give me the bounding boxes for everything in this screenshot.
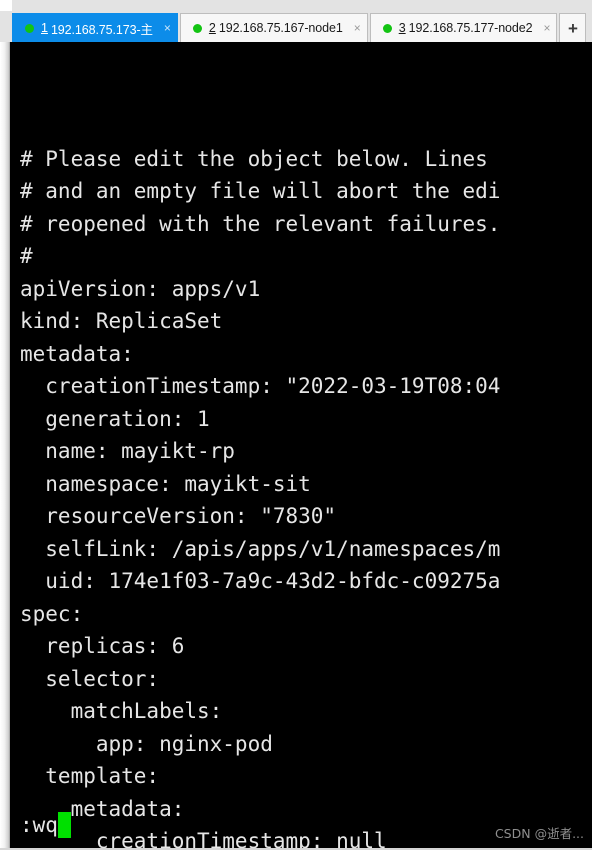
terminal-line: app: nginx-pod xyxy=(20,731,273,756)
vim-command-text: :wq xyxy=(20,813,58,837)
terminal-cursor xyxy=(57,812,71,838)
terminal-line: kind: ReplicaSet xyxy=(20,309,223,333)
terminal-line: metadata: xyxy=(20,341,134,366)
terminal-line: matchLabels: xyxy=(20,699,223,723)
terminal-line: namespace: mayikt-sit xyxy=(20,471,311,496)
window-chrome-corner xyxy=(0,0,12,11)
terminal-line: template: xyxy=(20,764,160,788)
window-chrome-top xyxy=(0,0,592,11)
tab-bar: 1 192.168.75.173-主 × 2 192.168.75.167-node1 ×… xyxy=(0,11,592,42)
close-icon[interactable]: × xyxy=(354,22,361,34)
terminal-line: resourceVersion: "7830" xyxy=(20,504,337,528)
terminal-line: spec: xyxy=(20,601,84,626)
green-dot-icon xyxy=(192,23,202,33)
tab-index-label: 1 xyxy=(41,21,48,35)
terminal-line: # reopened with the relevant failures. xyxy=(20,211,501,236)
terminal-line: selfLink: /apis/apps/v1/namespaces/m xyxy=(20,536,501,561)
tab-title-label: 192.168.75.177-node2 xyxy=(408,21,533,35)
plus-icon[interactable]: + xyxy=(559,13,587,42)
terminal-screen[interactable]: # Please edit the object below. Lines # … xyxy=(10,42,592,850)
tab-index-label: 2 xyxy=(208,21,216,35)
terminal-line: metadata: xyxy=(20,796,185,821)
tab-title-label: 192.168.75.173-主 xyxy=(50,22,153,37)
terminal-line: name: mayikt-rp xyxy=(20,439,235,463)
green-dot-icon xyxy=(25,23,34,33)
close-icon[interactable]: × xyxy=(543,22,550,34)
terminal-line: apiVersion: apps/v1 xyxy=(20,276,261,301)
watermark-text: CSDN @逝者... xyxy=(494,826,584,841)
green-dot-icon xyxy=(382,23,392,33)
terminal-line: creationTimestamp: "2022-03-19T08:04 xyxy=(20,374,501,398)
terminal-line: generation: 1 xyxy=(20,406,210,431)
terminal-left-edge xyxy=(0,42,10,850)
terminal-line: uid: 174e1f03-7a9c-43d2-bfdc-c09275a xyxy=(20,569,501,593)
vim-editor-buffer[interactable]: # Please edit the object below. Lines # … xyxy=(20,45,500,850)
terminal-line: # xyxy=(20,244,33,268)
terminal-panel: # Please edit the object below. Lines # … xyxy=(0,42,592,850)
tab-1[interactable]: 1 192.168.75.173-主 × xyxy=(12,13,178,42)
tab-title-label: 192.168.75.167-node1 xyxy=(218,21,343,35)
terminal-line: # and an empty file will abort the edi xyxy=(20,179,501,203)
tab-3[interactable]: 3 192.168.75.177-node2 × xyxy=(369,13,558,42)
terminal-line: creationTimestamp: null xyxy=(20,829,387,850)
terminal-line: selector: xyxy=(20,666,160,691)
terminal-line: # Please edit the object below. Lines xyxy=(20,146,501,171)
tab-2[interactable]: 2 192.168.75.167-node1 × xyxy=(179,13,368,42)
close-icon[interactable]: × xyxy=(164,22,171,34)
tab-index-label: 3 xyxy=(398,21,406,35)
terminal-application-window: 1 192.168.75.173-主 × 2 192.168.75.167-node1 ×… xyxy=(0,0,592,850)
terminal-line: replicas: 6 xyxy=(20,634,185,658)
vim-command-line[interactable]: :wq xyxy=(20,812,71,838)
